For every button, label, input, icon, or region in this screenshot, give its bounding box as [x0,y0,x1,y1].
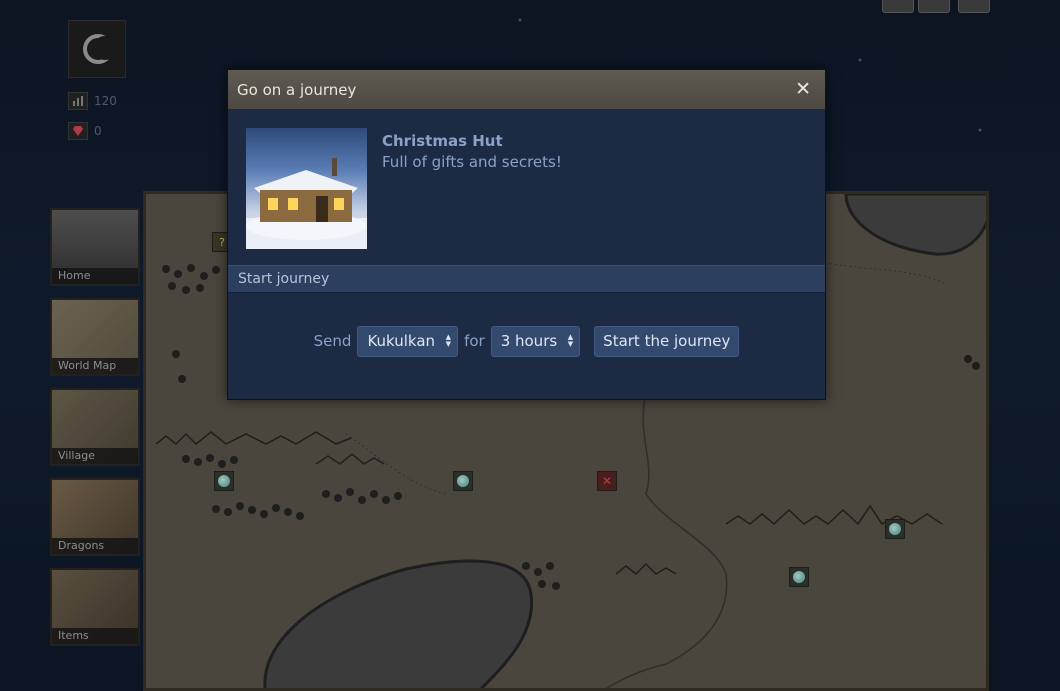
gem-icon [68,122,88,140]
dragon-select[interactable]: Kukulkan ▲ ▼ [357,325,459,357]
map-location-marker[interactable] [885,519,905,539]
moon-icon [83,34,117,64]
nav-item-dragons[interactable]: Dragons [50,478,140,556]
avatar[interactable] [68,20,126,78]
top-menu-icon[interactable] [958,0,990,13]
nav-item-label: Dragons [52,538,138,554]
stat-gems: 0 [68,122,102,140]
journey-dialog: Go on a journey ✕ Christmas Hut Full of … [227,69,826,400]
start-journey-button[interactable]: Start the journey [594,325,740,357]
close-icon[interactable]: ✕ [795,79,811,99]
for-label: for [464,332,485,350]
dialog-header: Go on a journey ✕ [228,70,825,110]
nav-item-world-map[interactable]: World Map [50,298,140,376]
send-label: Send [313,332,352,350]
nav-item-label: Items [52,628,138,644]
location-description: Full of gifts and secrets! [382,153,562,171]
select-arrows-icon: ▲ ▼ [567,332,574,348]
map-location-marker[interactable] [214,471,234,491]
top-menu-icon[interactable] [882,0,914,13]
christmas-hut-illustration [246,158,367,249]
nav-item-village[interactable]: Village [50,388,140,466]
nav-item-home[interactable]: Home [50,208,140,286]
nav-item-label: Home [52,268,138,284]
send-row: Send Kukulkan ▲ ▼ for 3 hours ▲ ▼ Start th… [228,325,825,357]
section-title: Start journey [238,271,330,287]
location-name: Christmas Hut [382,132,503,150]
bars-icon [68,92,88,110]
top-menu-icon[interactable] [918,0,950,13]
nav-item-label: Village [52,448,138,464]
stat-power-value: 120 [94,94,117,108]
nav-item-items[interactable]: Items [50,568,140,646]
duration-select-value: 3 hours [500,331,558,350]
duration-select[interactable]: 3 hours ▲ ▼ [490,325,581,357]
stat-power: 120 [68,92,117,110]
map-location-marker[interactable] [453,471,473,491]
section-header: Start journey [228,265,825,293]
stat-gems-value: 0 [94,124,102,138]
dragon-select-value: Kukulkan [367,331,436,350]
select-arrows-icon: ▲ ▼ [445,332,452,348]
location-image [246,128,367,249]
nav-item-label: World Map [52,358,138,374]
map-location-marker[interactable] [789,567,809,587]
map-enemy-marker[interactable]: ✕ [597,471,617,491]
dialog-title: Go on a journey [237,81,357,99]
